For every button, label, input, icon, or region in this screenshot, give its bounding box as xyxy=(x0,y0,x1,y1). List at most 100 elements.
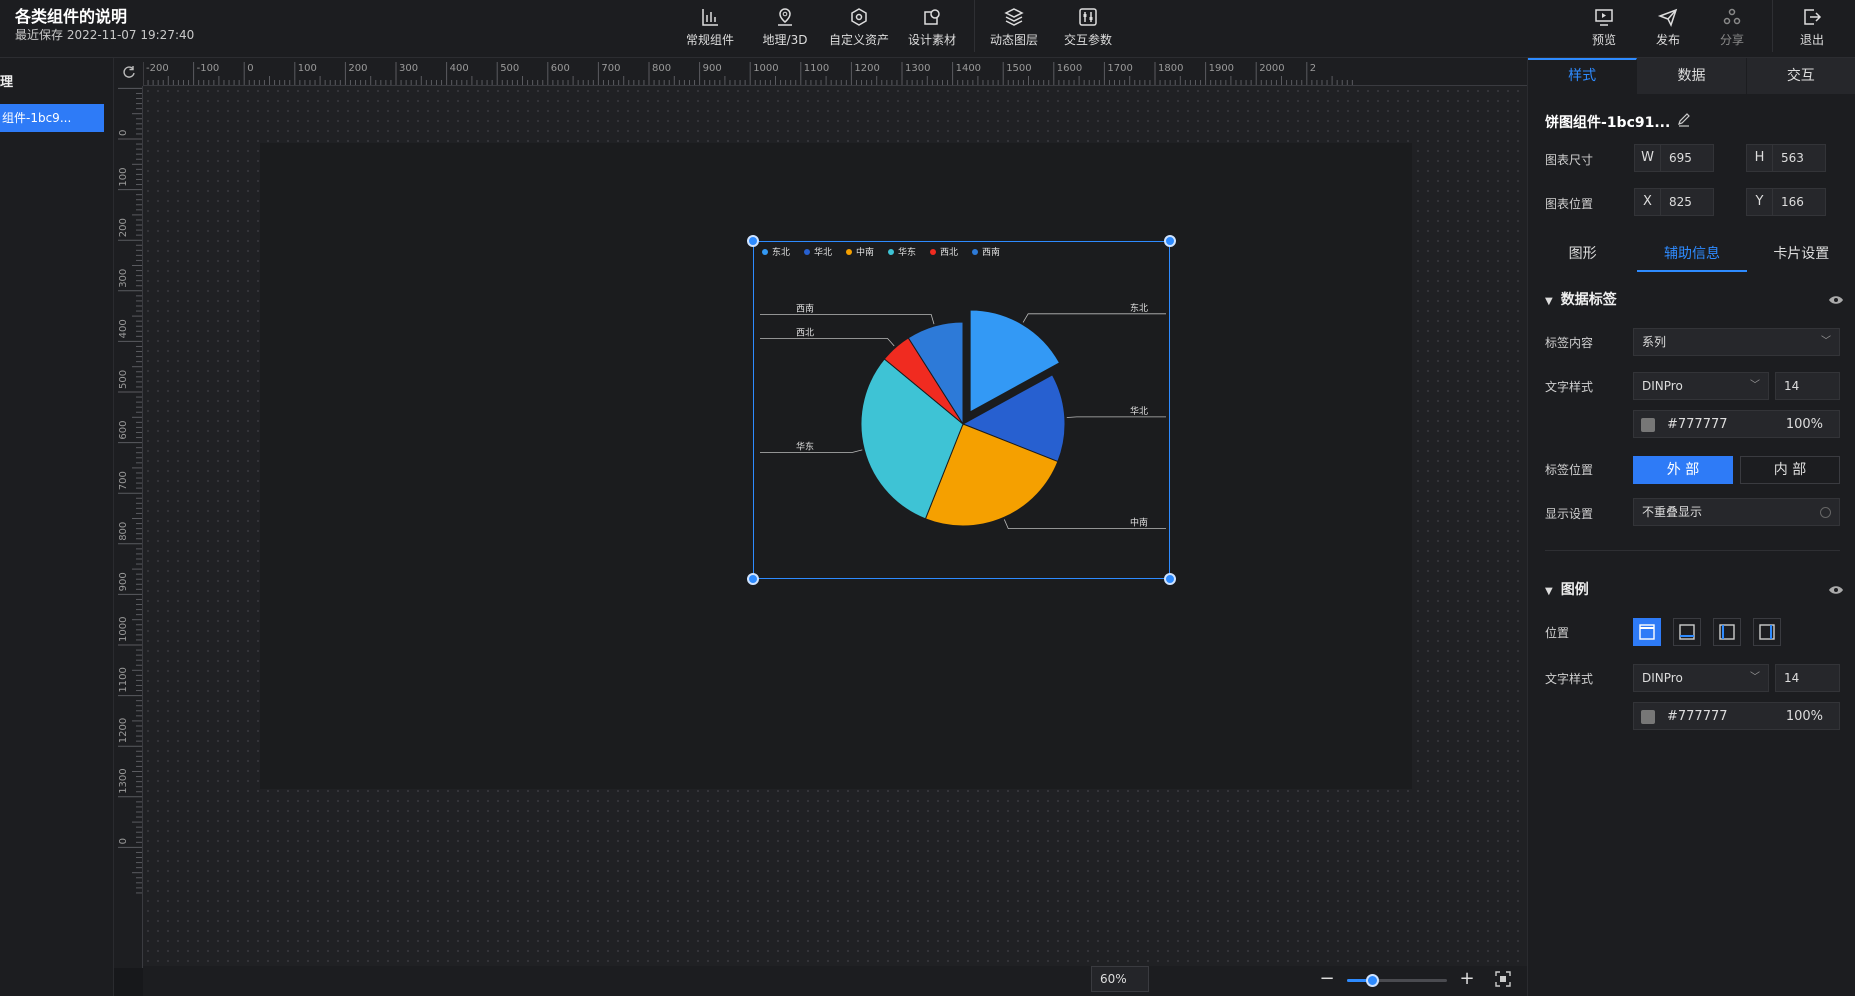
ruler-tick-label: 1300 xyxy=(118,768,129,793)
ruler-tick-label: 400 xyxy=(450,63,469,74)
label-content-select[interactable]: 系列 ﹀ xyxy=(1633,328,1840,356)
subtab-card-settings[interactable]: 卡片设置 xyxy=(1747,238,1855,272)
ruler-tick-label: 800 xyxy=(118,522,129,541)
legend-label: 西南 xyxy=(982,246,1000,258)
legend-position-left[interactable] xyxy=(1713,618,1741,646)
ruler-tick-label: 1800 xyxy=(1158,63,1183,74)
label-font-size-input[interactable]: 14 xyxy=(1775,372,1840,400)
tool-label: 地理/3D xyxy=(762,33,808,47)
pie-chart-component[interactable]: 东北 华北 中南 华东 西北 西南 东北 华北 中南 华东 西北 西南 xyxy=(753,241,1170,579)
label-leader-line xyxy=(760,314,935,325)
height-prefix: H xyxy=(1747,145,1773,171)
share-icon xyxy=(1723,8,1741,25)
label-font-select[interactable]: DINPro ﹀ xyxy=(1633,372,1769,400)
params-icon xyxy=(1079,8,1097,26)
data-label-section-header[interactable]: ▼ 数据标签 xyxy=(1545,289,1617,309)
resize-handle-top-left[interactable] xyxy=(747,235,759,247)
width-value: 695 xyxy=(1669,151,1692,165)
width-input[interactable]: W 695 xyxy=(1634,144,1714,172)
layout-right-icon xyxy=(1759,624,1775,640)
zoom-level-input[interactable]: 60% xyxy=(1091,966,1149,992)
resize-handle-bottom-left[interactable] xyxy=(747,573,759,585)
share-button[interactable]: 分享 xyxy=(1697,6,1767,48)
data-label: 中南 xyxy=(1130,517,1148,529)
ruler-tick-label: 1100 xyxy=(118,667,129,692)
legend-font-size-input[interactable]: 14 xyxy=(1775,664,1840,692)
x-input[interactable]: X 825 xyxy=(1634,188,1714,216)
legend-color-picker[interactable]: #777777 100% xyxy=(1633,702,1840,730)
ruler-tick-label: 1600 xyxy=(1057,63,1082,74)
y-input[interactable]: Y 166 xyxy=(1746,188,1826,216)
tool-dynamic-layers[interactable]: 动态图层 xyxy=(979,6,1049,48)
tool-label: 动态图层 xyxy=(989,33,1038,47)
zoom-in-button[interactable]: + xyxy=(1457,966,1477,992)
action-label: 退出 xyxy=(1799,33,1824,47)
ruler-top[interactable]: -200 -100 0 100 200 300 400 500 600 700 800 900 1000… xyxy=(143,58,1527,86)
ruler-corner xyxy=(114,58,143,86)
fit-screen-icon[interactable] xyxy=(1494,970,1512,988)
ruler-tick-label: 800 xyxy=(652,63,671,74)
resize-handle-bottom-right[interactable] xyxy=(1164,573,1176,585)
tab-style[interactable]: 样式 xyxy=(1528,58,1638,94)
resize-handle-top-right[interactable] xyxy=(1164,235,1176,247)
zoom-slider-handle[interactable] xyxy=(1366,974,1379,987)
clear-icon[interactable] xyxy=(1820,507,1831,518)
tool-common-components[interactable]: 常规组件 xyxy=(675,6,745,48)
preview-button[interactable]: 预览 xyxy=(1569,6,1639,48)
refresh-icon[interactable] xyxy=(122,65,136,79)
display-setting-select[interactable]: 不重叠显示 xyxy=(1633,498,1840,526)
ruler-tick-label: 1700 xyxy=(1107,63,1132,74)
legend-label: 东北 xyxy=(772,246,790,258)
zoom-slider[interactable] xyxy=(1347,974,1447,987)
caret-down-icon: ▼ xyxy=(1545,586,1553,597)
ruler-tick-label: 200 xyxy=(348,63,367,74)
ruler-tick-label: 1400 xyxy=(956,63,981,74)
ruler-tick-label: 400 xyxy=(118,319,129,338)
ruler-tick-label: 2000 xyxy=(1259,63,1284,74)
legend-position-label: 位置 xyxy=(1545,626,1570,640)
height-input[interactable]: H 563 xyxy=(1746,144,1826,172)
ruler-tick-label: 500 xyxy=(500,63,519,74)
style-subtabs: 图形 辅助信息 卡片设置 xyxy=(1528,238,1855,272)
edit-icon[interactable] xyxy=(1676,112,1692,128)
zoom-out-button[interactable]: − xyxy=(1317,966,1337,992)
ruler-tick-label: 900 xyxy=(118,572,129,591)
eye-icon[interactable] xyxy=(1828,584,1844,596)
legend-position-top[interactable] xyxy=(1633,618,1661,646)
layer-item-pie-chart[interactable]: 组件-1bc9... xyxy=(0,104,104,132)
label-color-picker[interactable]: #777777 100% xyxy=(1633,410,1840,438)
tool-design-materials[interactable]: 设计素材 xyxy=(897,6,967,48)
tool-custom-assets[interactable]: 自定义资产 xyxy=(824,6,894,48)
chevron-down-icon: ﹀ xyxy=(1750,672,1760,683)
width-prefix: W xyxy=(1635,145,1661,171)
tool-interaction-params[interactable]: 交互参数 xyxy=(1053,6,1123,48)
legend-section-header[interactable]: ▼ 图例 xyxy=(1545,579,1589,599)
text-style-label: 文字样式 xyxy=(1545,380,1594,394)
legend-position-right[interactable] xyxy=(1753,618,1781,646)
last-save-time: 最近保存 2022-11-07 19:27:40 xyxy=(15,28,195,42)
preview-icon xyxy=(1595,9,1613,26)
ruler-left[interactable]: 0 100 200 300 400 500 600 700 800 900 1000 1100 1200… xyxy=(114,86,143,968)
chevron-down-icon: ﹀ xyxy=(1750,380,1760,391)
title-block: 各类组件的说明 最近保存 2022-11-07 19:27:40 xyxy=(15,7,194,43)
subtab-graphics[interactable]: 图形 xyxy=(1528,238,1637,272)
color-opacity: 100% xyxy=(1785,709,1823,724)
tool-label: 自定义资产 xyxy=(828,33,889,47)
legend-font-select[interactable]: DINPro ﹀ xyxy=(1633,664,1769,692)
ruler-tick-label: 1300 xyxy=(905,63,930,74)
exit-button[interactable]: 退出 xyxy=(1777,6,1847,48)
layer-panel: 理 组件-1bc9... xyxy=(0,58,114,996)
label-position-outside[interactable]: 外 部 xyxy=(1633,456,1733,484)
label-position-inside[interactable]: 内 部 xyxy=(1740,456,1840,484)
tab-interaction[interactable]: 交互 xyxy=(1746,58,1855,94)
eye-icon[interactable] xyxy=(1828,294,1844,306)
legend-position-bottom[interactable] xyxy=(1673,618,1701,646)
legend-marker xyxy=(930,249,936,255)
section-title: 图例 xyxy=(1560,582,1589,598)
tool-geo-3d[interactable]: 地理/3D xyxy=(750,6,820,48)
publish-button[interactable]: 发布 xyxy=(1633,6,1703,48)
subtab-aux-info[interactable]: 辅助信息 xyxy=(1637,238,1747,272)
tab-data[interactable]: 数据 xyxy=(1637,58,1747,94)
data-label: 东北 xyxy=(1130,302,1148,314)
data-label: 华北 xyxy=(1130,405,1148,417)
